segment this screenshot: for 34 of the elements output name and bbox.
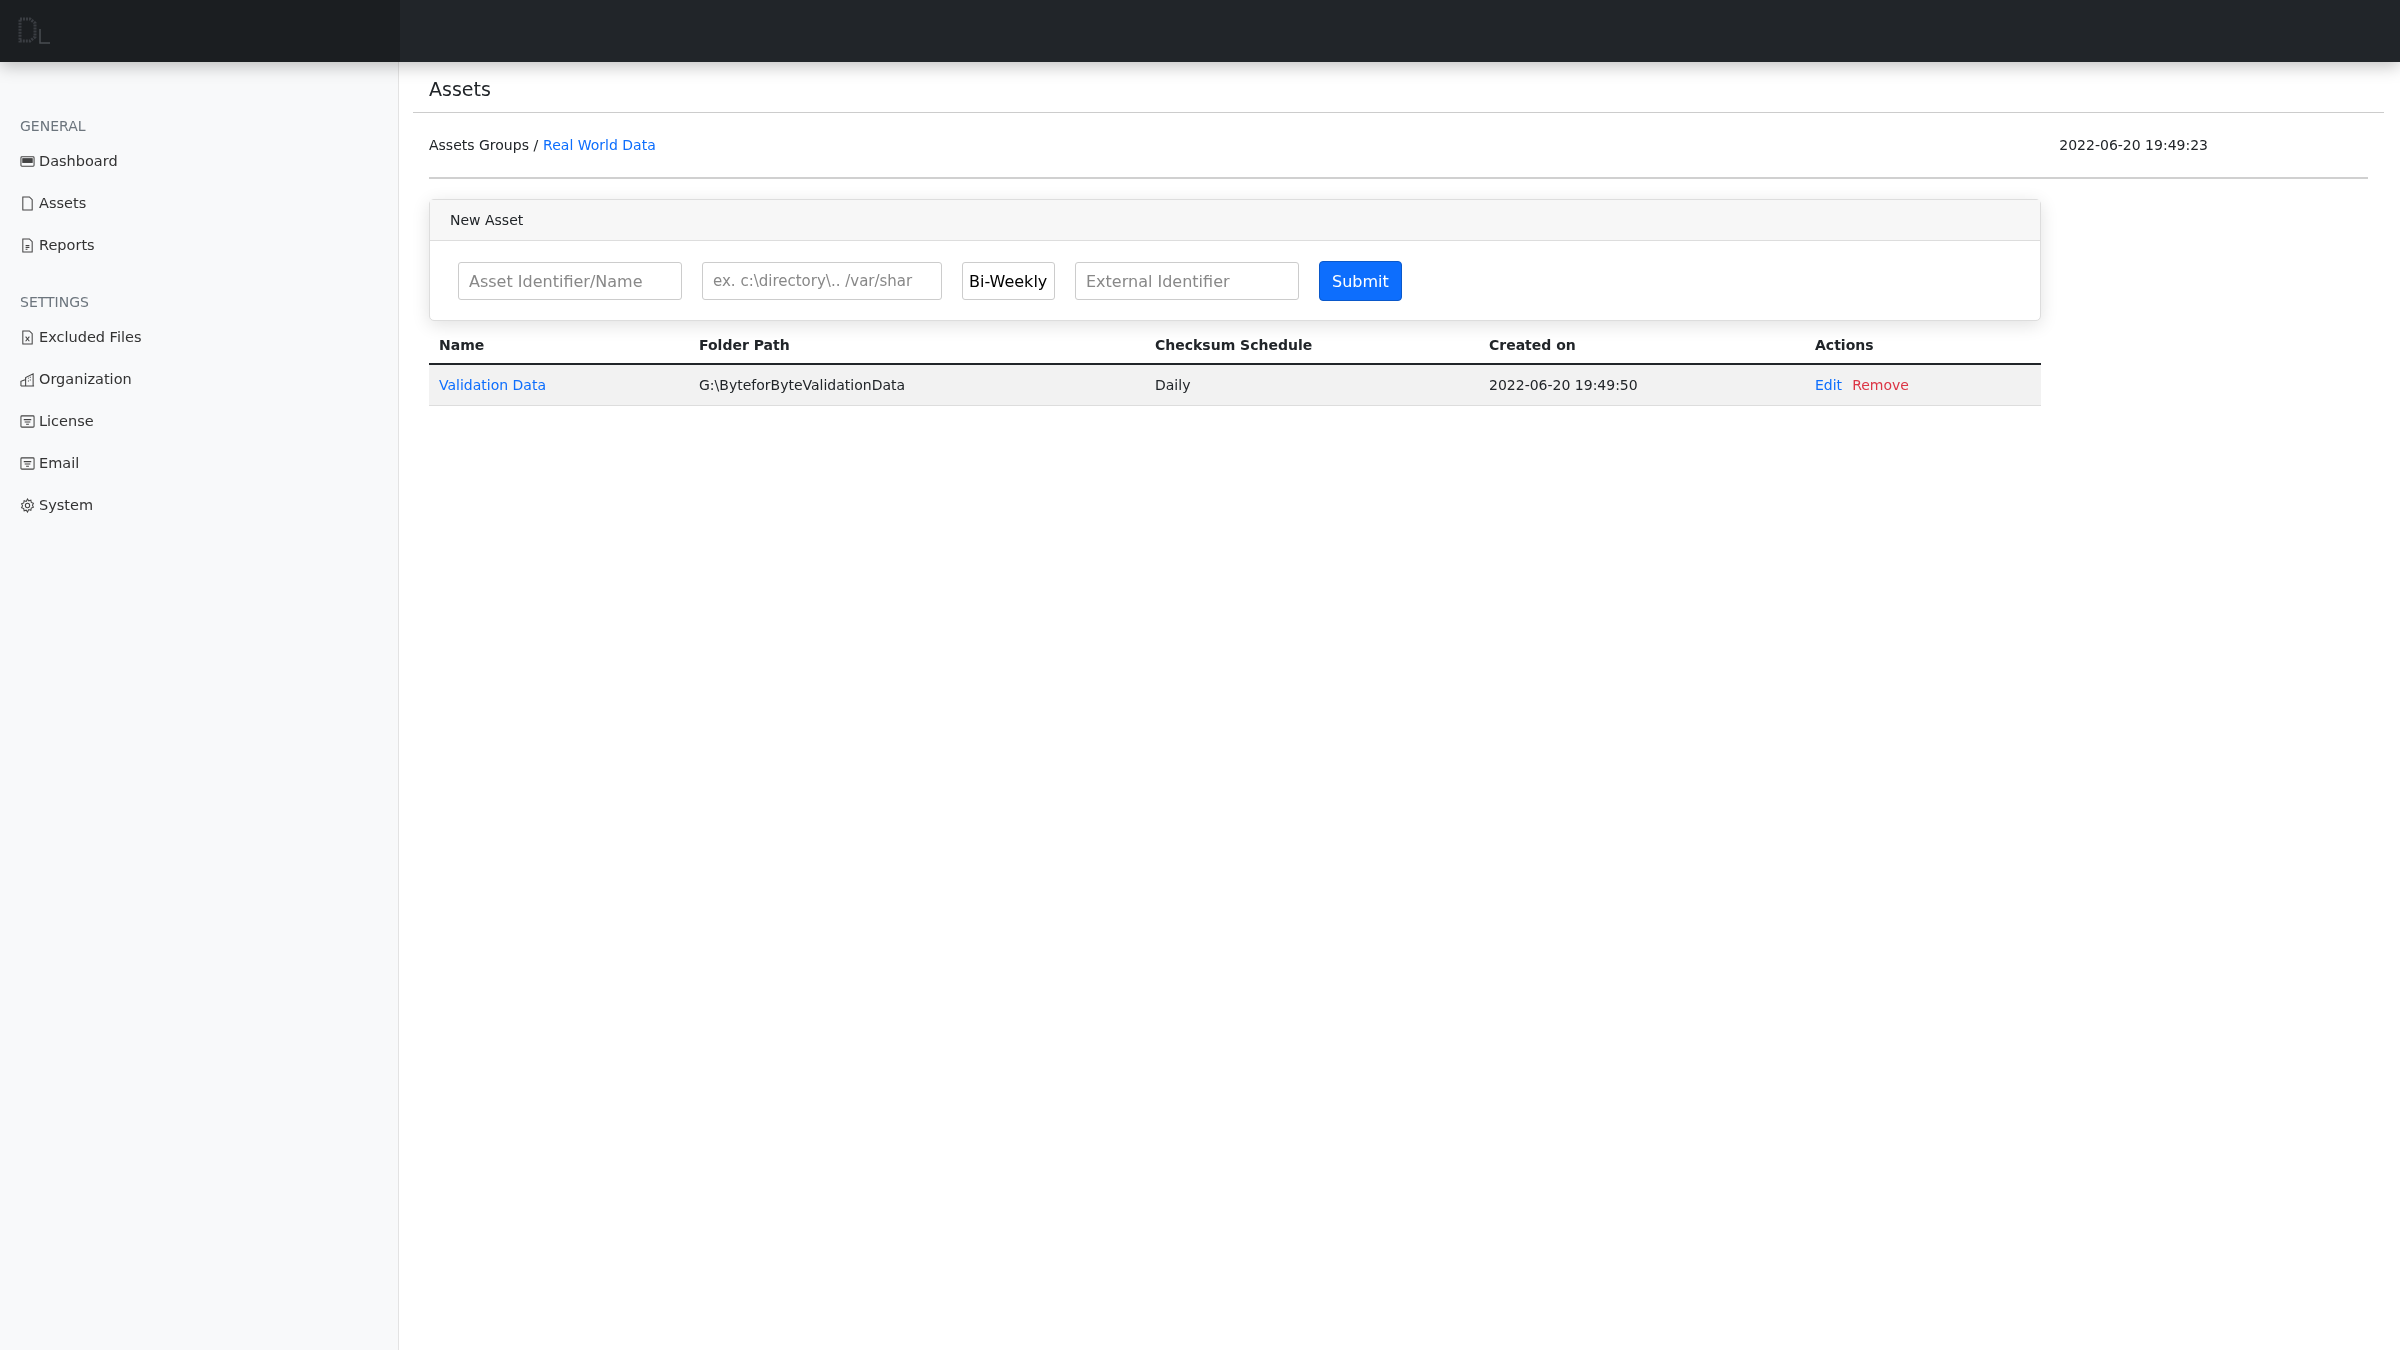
card-title: New Asset [450, 212, 524, 228]
sidebar-item[interactable]: Dashboard [20, 140, 398, 182]
submit-button[interactable]: Submit [1319, 261, 1402, 301]
breadcrumb-link[interactable]: Real World Data [543, 137, 656, 153]
page-title: Assets [413, 74, 2384, 113]
list-icon [20, 455, 35, 471]
sidebar-heading: GENERAL [20, 118, 87, 134]
asset-name-link[interactable]: Validation Data [439, 377, 546, 393]
sidebar-heading: SETTINGS [20, 294, 90, 310]
sidebar-item[interactable]: Assets [20, 182, 398, 224]
file-x-icon [20, 329, 35, 345]
external-identifier-field[interactable]: External Identifier [1075, 262, 1299, 300]
sidebar-item[interactable]: License [20, 400, 398, 442]
sidebar-item[interactable]: System [20, 484, 398, 526]
table-cell: G:\ByteforByteValidationData [689, 364, 1145, 406]
file-icon [20, 195, 35, 211]
monitor-icon [20, 153, 35, 169]
list-icon [20, 413, 35, 429]
edit-link[interactable]: Edit [1815, 377, 1843, 393]
building-icon [20, 371, 35, 387]
settings-icon [20, 497, 35, 513]
sidebar-item[interactable]: Excluded Files [20, 316, 398, 358]
folder-path-field[interactable]: ex. c:\directory\.. /var/shar [702, 262, 942, 300]
asset-name-field[interactable]: Asset Identifier/Name [458, 262, 682, 300]
sidebar-item[interactable]: Organization [20, 358, 398, 400]
timestamp: 2022-06-20 19:49:23 [2059, 137, 2208, 153]
table-cell: Daily [1145, 364, 1479, 406]
schedule-select[interactable]: Bi-Weekly [962, 262, 1055, 300]
sidebar-item[interactable]: Reports [20, 224, 398, 266]
sidebar-item[interactable]: Email [20, 442, 398, 484]
breadcrumb-parent: Assets Groups / [429, 137, 539, 153]
document-icon [20, 237, 35, 253]
table-cell: 2022-06-20 19:49:50 [1479, 364, 1805, 406]
remove-link[interactable]: Remove [1852, 377, 1909, 393]
